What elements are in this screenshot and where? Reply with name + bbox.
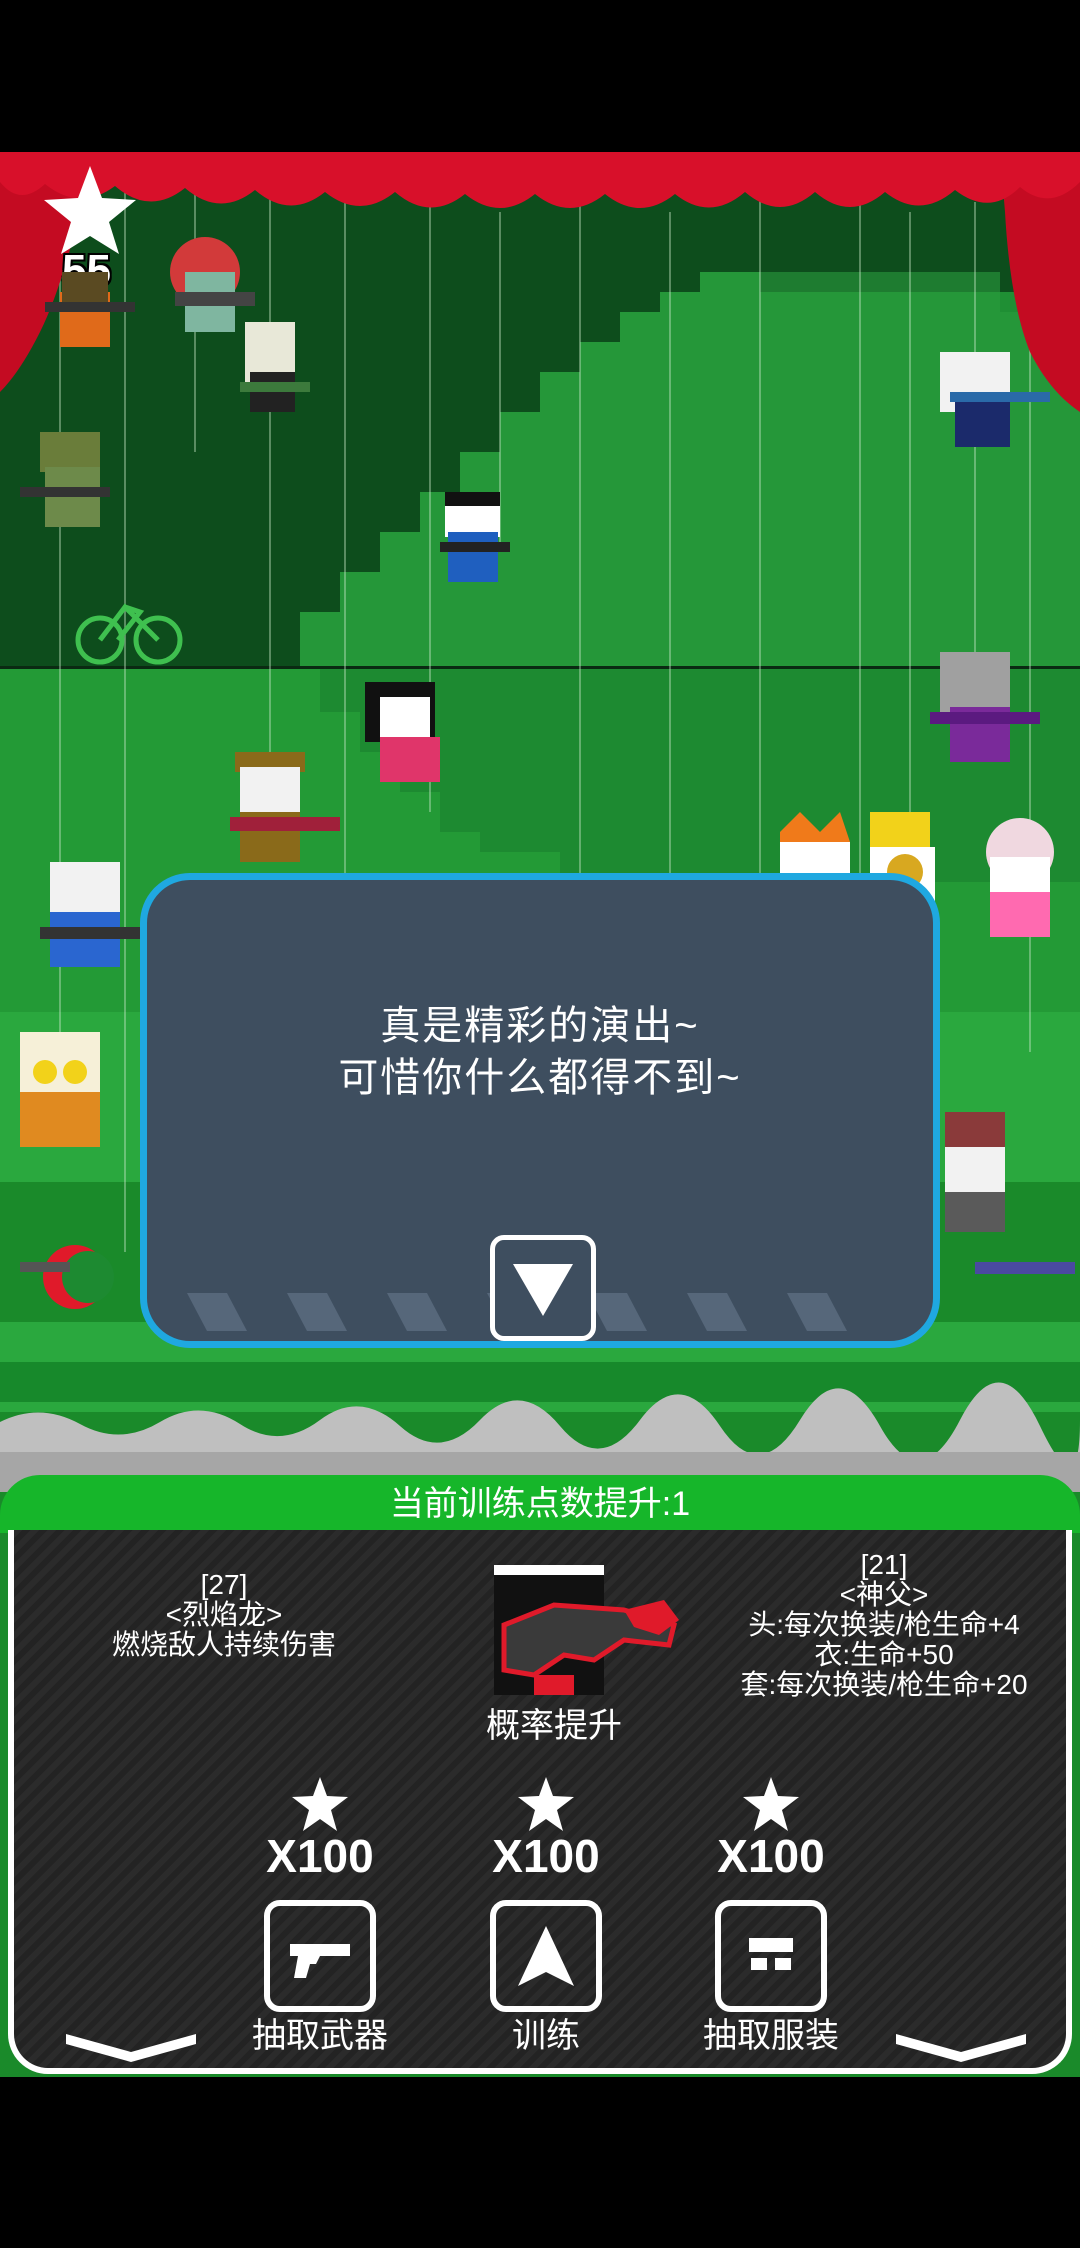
dialog-box: 真是精彩的演出~ 可惜你什么都得不到~ bbox=[140, 873, 940, 1348]
star-icon bbox=[518, 1777, 574, 1831]
up-arrow-icon bbox=[518, 1926, 574, 1986]
character-sprite bbox=[365, 682, 440, 782]
train-label: 训练 bbox=[512, 2017, 580, 2055]
character-sprite bbox=[940, 352, 1050, 447]
weapon-name: <烈焰龙> bbox=[165, 1599, 283, 1630]
weapon-desc: 燃烧敌人持续伤害 bbox=[111, 1629, 336, 1660]
star-icon bbox=[292, 1777, 348, 1831]
weapon-draw-cost-amount: X100 bbox=[266, 1830, 374, 1882]
character-sprite bbox=[40, 862, 150, 967]
character-sprite bbox=[230, 752, 340, 862]
character-sprite bbox=[945, 1112, 1075, 1274]
train-cost: X100 bbox=[466, 1775, 626, 1883]
bottom-panel: 当前训练点数提升:1 [27] <烈焰龙> 燃烧敌人持续伤害 概率提升 [21]… bbox=[0, 1475, 1080, 2078]
outfit-info: [21] <神父> 头:每次换装/枪生命+4 衣:生命+50 套:每次换装/枪生… bbox=[704, 1550, 1064, 1700]
panel-header: 当前训练点数提升:1 bbox=[0, 1475, 1080, 1533]
chevron-down-icon[interactable] bbox=[66, 2030, 196, 2064]
star-icon bbox=[743, 1777, 799, 1831]
outfit-icon bbox=[749, 1938, 793, 1970]
character-sprite bbox=[20, 1032, 100, 1147]
character-sprite bbox=[240, 322, 310, 412]
stage-curtain bbox=[0, 152, 1080, 208]
character-sprite bbox=[45, 272, 135, 347]
chevron-down-icon[interactable] bbox=[896, 2030, 1026, 2064]
featured-item-label: 概率提升 bbox=[486, 1707, 622, 1745]
draw-weapon-label: 抽取武器 bbox=[252, 2017, 388, 2055]
dialog-next-button[interactable] bbox=[490, 1235, 596, 1341]
weapon-draw-cost: X100 bbox=[240, 1775, 400, 1883]
weapon-level: [27] bbox=[200, 1569, 248, 1600]
dialog-line-2: 可惜你什么都得不到~ bbox=[338, 1056, 742, 1100]
panel-body: [27] <烈焰龙> 燃烧敌人持续伤害 概率提升 [21] <神父> 头:每次换… bbox=[8, 1530, 1072, 2074]
draw-outfit-button[interactable] bbox=[715, 1900, 827, 2012]
star-icon bbox=[44, 166, 136, 254]
train-button[interactable] bbox=[490, 1900, 602, 2012]
character-sprite bbox=[20, 432, 110, 527]
train-cost-amount: X100 bbox=[492, 1830, 600, 1882]
dialog-message: 真是精彩的演出~ 可惜你什么都得不到~ bbox=[147, 1000, 933, 1104]
draw-outfit-label: 抽取服装 bbox=[703, 2017, 839, 2055]
dialog-line-1: 真是精彩的演出~ bbox=[380, 1004, 700, 1048]
revolver-icon bbox=[290, 1944, 350, 1978]
outfit-draw-cost-amount: X100 bbox=[717, 1830, 825, 1882]
character-sprite bbox=[930, 652, 1040, 762]
outfit-head-bonus: 头:每次换装/枪生命+4 bbox=[748, 1609, 1020, 1640]
character-sprite bbox=[440, 492, 510, 582]
outfit-body-bonus: 衣:生命+50 bbox=[814, 1639, 954, 1670]
outfit-name: <神父> bbox=[839, 1579, 929, 1610]
outfit-level: [21] bbox=[860, 1549, 908, 1580]
down-arrow-icon bbox=[513, 1264, 573, 1316]
outfit-draw-cost: X100 bbox=[691, 1775, 851, 1883]
featured-item-image bbox=[494, 1565, 679, 1695]
character-sprite bbox=[986, 818, 1054, 937]
outfit-set-bonus: 套:每次换装/枪生命+20 bbox=[740, 1669, 1028, 1700]
weapon-info: [27] <烈焰龙> 燃烧敌人持续伤害 bbox=[74, 1570, 374, 1660]
character-sprite bbox=[20, 1245, 114, 1309]
draw-weapon-button[interactable] bbox=[264, 1900, 376, 2012]
